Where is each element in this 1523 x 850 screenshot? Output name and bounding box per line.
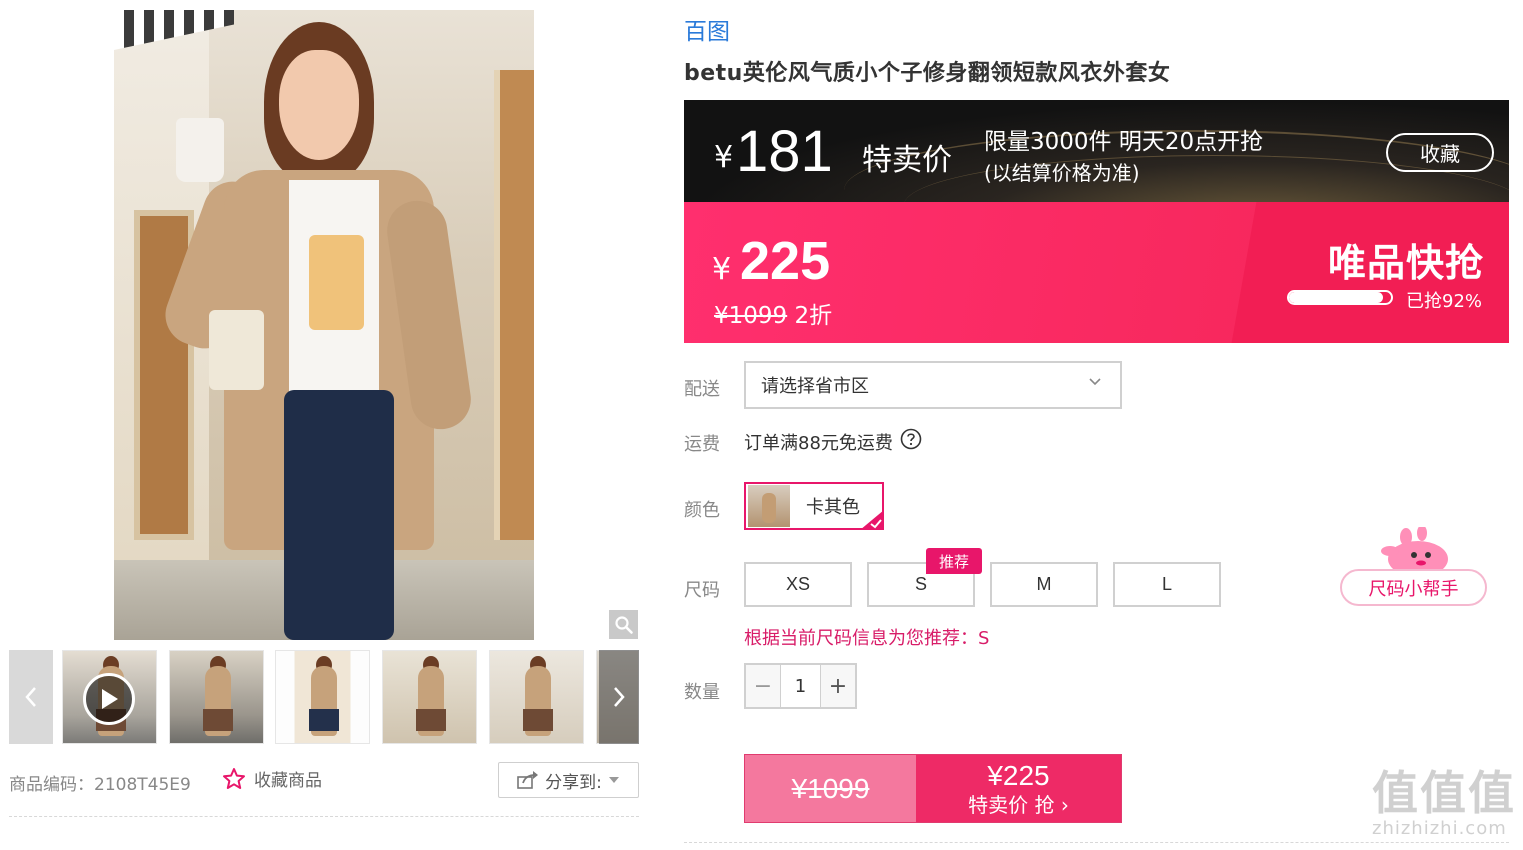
size-recommendation: 根据当前尺码信息为您推荐：S: [744, 628, 990, 649]
mascot-icon: [1381, 527, 1448, 575]
vip-original-price: ¥1099: [714, 303, 788, 329]
size-helper[interactable]: 尺码小帮手: [1340, 527, 1490, 607]
quantity-label: 数量: [684, 682, 720, 703]
flash-price: 181: [736, 119, 833, 184]
zoom-icon[interactable]: [609, 610, 638, 639]
share-label: 分享到:: [545, 772, 602, 793]
watermark-domain: zhizhizhi.com: [1372, 818, 1507, 839]
watermark-logo: 值值值: [1372, 766, 1516, 820]
model-bag: [209, 310, 264, 390]
thumbnail-photo[interactable]: [382, 650, 477, 744]
size-option-m[interactable]: M: [990, 562, 1098, 607]
model-coffee-cup: [176, 118, 224, 182]
star-icon: [223, 767, 245, 789]
sold-progress-bar: [1287, 290, 1393, 305]
flash-sale-banner: ¥ 181 特卖价 限量3000件 明天20点开抢 (以结算价格为准) 收藏: [684, 100, 1509, 202]
flash-limit-text: 限量3000件 明天20点开抢: [984, 129, 1264, 155]
shirt-print: [309, 235, 364, 330]
vip-flash-banner: ¥ 225 ¥1099 2折 唯品快抢 已抢92%: [684, 202, 1509, 343]
flash-note: (以结算价格为准): [984, 161, 1140, 185]
quantity-plus-button[interactable]: +: [821, 665, 855, 707]
chevron-right-icon: ›: [1060, 792, 1069, 817]
shipping-label: 运费: [684, 434, 720, 455]
caret-down-icon: [608, 777, 619, 783]
favorite-label: 收藏商品: [254, 771, 322, 791]
chevron-right-icon: [614, 687, 625, 707]
play-icon[interactable]: [83, 673, 135, 725]
thumbnail-strip: [9, 650, 639, 744]
divider: [9, 816, 639, 817]
buy-label: 特卖价 抢: [968, 792, 1055, 817]
collect-button[interactable]: 收藏: [1386, 133, 1494, 172]
help-icon[interactable]: [900, 428, 922, 450]
buy-sale-price: ¥225: [987, 759, 1050, 791]
thumbnail-video[interactable]: [62, 650, 157, 744]
buy-sale-area: ¥225 特卖价 抢 ›: [916, 755, 1121, 822]
thumbnail-next-button[interactable]: [599, 650, 639, 744]
model-face: [279, 50, 359, 160]
delivery-region-select[interactable]: 请选择省市区: [744, 361, 1122, 409]
favorite-product-button[interactable]: 收藏商品: [222, 766, 322, 791]
recommended-badge: 推荐: [926, 548, 982, 574]
main-product-image[interactable]: [114, 10, 534, 640]
size-option-l[interactable]: L: [1113, 562, 1221, 607]
thumbnail-model-skirt: [416, 709, 446, 731]
flash-price-label: 特卖价: [862, 143, 952, 178]
sold-progress-text: 已抢92%: [1406, 291, 1483, 312]
vip-discount: 2折: [794, 303, 833, 329]
delivery-select-value: 请选择省市区: [761, 376, 869, 397]
product-title: betu英伦风气质小个子修身翻领短款风衣外套女: [684, 61, 1171, 86]
quantity-input[interactable]: 1: [780, 665, 821, 707]
thumbnail-model-jeans: [309, 709, 339, 731]
model-jeans: [284, 390, 394, 640]
color-option-khaki[interactable]: 卡其色: [744, 482, 884, 530]
color-option-label: 卡其色: [806, 497, 860, 518]
shipping-text: 订单满88元免运费: [744, 433, 893, 454]
vip-logo: 唯品快抢: [1328, 241, 1485, 285]
quantity-minus-button[interactable]: −: [746, 665, 780, 707]
thumbnail-photo[interactable]: [275, 650, 370, 744]
buy-original-price: ¥1099: [745, 755, 916, 822]
vip-currency: ¥: [712, 252, 732, 287]
thumbnail-prev-button[interactable]: [9, 650, 53, 744]
share-dropdown[interactable]: 分享到:: [498, 762, 639, 798]
sku-code: 商品编码：2108T45E9: [9, 775, 191, 795]
chevron-down-icon: [1089, 378, 1101, 386]
size-label: 尺码: [684, 580, 720, 601]
product-meta-row: 商品编码：2108T45E9 收藏商品 分享到:: [9, 762, 639, 798]
flash-currency: ¥: [714, 140, 734, 175]
brand-link[interactable]: 百图: [684, 12, 730, 46]
checkmark-icon: [860, 510, 884, 530]
share-icon: [517, 771, 539, 789]
vip-price: 225: [740, 231, 831, 291]
buy-now-button[interactable]: ¥1099 ¥225 特卖价 抢 ›: [744, 754, 1122, 823]
vip-original-price-row: ¥1099 2折: [714, 296, 832, 330]
color-swatch-image: [748, 485, 790, 527]
thumbnail-photo[interactable]: [489, 650, 584, 744]
thumbnail-photo[interactable]: [169, 650, 264, 744]
thumbnail-model-skirt: [203, 709, 233, 731]
quantity-stepper: − 1 +: [744, 663, 857, 709]
color-label: 颜色: [684, 500, 720, 521]
buy-label-row: 特卖价 抢 ›: [968, 792, 1069, 818]
photo-door-right: [494, 70, 534, 540]
delivery-label: 配送: [684, 379, 720, 400]
sold-progress-fill: [1289, 292, 1383, 303]
chevron-left-icon: [25, 687, 36, 707]
size-helper-button[interactable]: 尺码小帮手: [1340, 569, 1487, 606]
site-watermark: 值值值 zhizhizhi.com: [1372, 768, 1522, 848]
size-option-xs[interactable]: XS: [744, 562, 852, 607]
thumbnail-model-skirt: [523, 709, 553, 731]
